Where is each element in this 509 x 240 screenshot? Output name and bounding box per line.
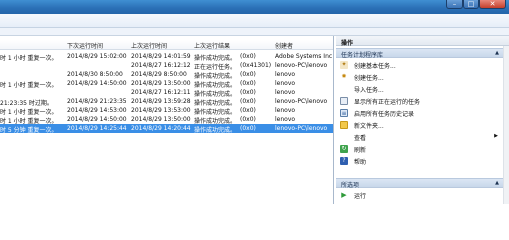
table-row[interactable]: 21:23:35 时过期。 2014/8/29 21:23:35 2014/8/…	[0, 97, 333, 107]
column-header-next-run[interactable]: 下次运行时间	[67, 41, 129, 50]
cell-last-run: 2014/8/29 14:01:59	[131, 53, 191, 60]
action-show-running-tasks[interactable]: 显示所有正在运行的任务	[336, 95, 503, 107]
action-label: 创建任务...	[354, 75, 384, 82]
column-header-row: 下次运行时间 上次运行时间 上次运行结果 创建者	[0, 40, 333, 50]
help-icon: ?	[340, 157, 348, 165]
cell-last-run: 2014/8/29 13:50:00	[131, 116, 191, 123]
action-create-task[interactable]: ✸ 创建任务...	[336, 71, 503, 83]
table-row[interactable]: 时 1 小时 重复一次。 2014/8/29 15:02:00 2014/8/2…	[0, 52, 333, 62]
cell-author: Adobe Systems Inc	[275, 53, 333, 60]
action-run[interactable]: ▶ 运行	[336, 189, 503, 201]
cell-next-run: 2014/8/29 14:50:00	[67, 80, 127, 87]
running-tasks-icon	[340, 97, 348, 105]
cell-trigger: 时 5 分钟 重复一次。	[0, 127, 58, 134]
cell-next-run: 2014/8/29 14:53:00	[67, 107, 127, 114]
column-header-author[interactable]: 创建者	[275, 41, 333, 50]
cell-author: lenovo	[275, 107, 296, 114]
action-label: 帮助	[354, 159, 367, 166]
cell-next-run: 2014/8/29 14:50:00	[67, 116, 127, 123]
cell-result-code: (0x41301)	[240, 62, 272, 69]
cell-result-code: (0x0)	[240, 80, 256, 87]
table-row[interactable]: 2014/8/30 8:50:00 2014/8/29 8:50:00 操作成功…	[0, 70, 333, 80]
table-row[interactable]: 2014/8/27 16:12:12 正在运行任务。 (0x41301) len…	[0, 61, 333, 71]
history-icon: ≡	[340, 109, 348, 117]
section-selected-item[interactable]: 所选项 ▲	[336, 178, 503, 189]
action-create-basic-task[interactable]: ✦ 创建基本任务...	[336, 59, 503, 71]
cell-author: lenovo-PC\lenovo	[275, 98, 328, 105]
action-label: 运行	[354, 193, 367, 200]
action-refresh[interactable]: ↻ 刷新	[336, 143, 503, 155]
submenu-arrow-icon: ▶	[494, 133, 498, 139]
cell-last-run: 2014/8/29 13:53:00	[131, 107, 191, 114]
cell-next-run: 2014/8/30 8:50:00	[67, 71, 123, 78]
new-folder-icon	[340, 121, 348, 129]
column-header-last-run[interactable]: 上次运行时间	[131, 41, 193, 50]
import-task-icon	[340, 85, 348, 93]
menu-bar	[0, 14, 509, 28]
cell-author: lenovo	[275, 71, 296, 78]
view-icon	[340, 133, 348, 141]
cell-author: lenovo	[275, 89, 296, 96]
action-label: 导入任务...	[354, 87, 384, 94]
toolbar	[0, 28, 509, 36]
table-row[interactable]: 时 1 小时 重复一次。 2014/8/29 14:50:00 2014/8/2…	[0, 115, 333, 125]
cell-author: lenovo-PC\lenovo	[275, 125, 328, 132]
cell-author: lenovo	[275, 80, 296, 87]
cell-result-code: (0x0)	[240, 116, 256, 123]
section-task-library-label: 任务计划程序库	[341, 52, 384, 59]
minimize-button[interactable]: –	[446, 0, 463, 9]
cell-next-run: 2014/8/29 21:23:35	[67, 98, 127, 105]
collapse-icon[interactable]: ▲	[495, 50, 499, 56]
cell-last-run: 2014/8/27 16:12:12	[131, 62, 191, 69]
create-basic-task-icon: ✦	[340, 61, 348, 69]
cell-last-run: 2014/8/29 13:59:28	[131, 98, 191, 105]
action-new-folder[interactable]: 新文件夹...	[336, 119, 503, 131]
action-import-task[interactable]: 导入任务...	[336, 83, 503, 95]
cell-last-run: 2014/8/29 14:20:44	[131, 125, 191, 132]
actions-pane-title: 操作	[336, 36, 509, 47]
cell-author: lenovo	[275, 116, 296, 123]
action-label: 创建基本任务...	[354, 63, 396, 70]
section-selected-item-label: 所选项	[341, 182, 360, 189]
cell-result-code: (0x0)	[240, 89, 256, 96]
action-enable-history[interactable]: ≡ 启用所有任务历史记录	[336, 107, 503, 119]
cell-last-run: 2014/8/27 16:12:11	[131, 89, 191, 96]
action-label: 新文件夹...	[354, 123, 384, 130]
run-icon: ▶	[341, 191, 347, 199]
cell-result-code: (0x0)	[240, 53, 256, 60]
cell-result-code: (0x0)	[240, 107, 256, 114]
maximize-button[interactable]: □	[463, 0, 479, 9]
cell-author: lenovo-PC\lenovo	[275, 62, 328, 69]
table-row[interactable]: 时 1 小时 重复一次。 2014/8/29 14:50:00 2014/8/2…	[0, 79, 333, 89]
collapse-icon[interactable]: ▲	[495, 180, 499, 186]
close-button[interactable]: ✕	[479, 0, 506, 9]
column-header-last-result[interactable]: 上次运行结果	[194, 41, 272, 50]
cell-last-run: 2014/8/29 8:50:00	[131, 71, 187, 78]
action-label: 启用所有任务历史记录	[354, 111, 415, 118]
table-row[interactable]: 2014/8/27 16:12:11 操作成功完成。 (0x0) lenovo	[0, 88, 333, 98]
task-list-pane: 下次运行时间 上次运行时间 上次运行结果 创建者 时 1 小时 重复一次。 20…	[0, 36, 334, 204]
action-view[interactable]: 查看 ▶	[336, 131, 503, 143]
cell-result-code: (0x0)	[240, 71, 256, 78]
action-label: 刷新	[354, 147, 367, 154]
table-row[interactable]: 时 1 小时 重复一次。 2014/8/29 14:53:00 2014/8/2…	[0, 106, 333, 116]
cell-next-run: 2014/8/29 15:02:00	[67, 53, 127, 60]
refresh-icon: ↻	[340, 145, 348, 153]
cell-next-run: 2014/8/29 14:25:44	[67, 125, 127, 132]
action-label: 显示所有正在运行的任务	[354, 99, 421, 106]
title-bar: – □ ✕	[0, 0, 509, 14]
actions-pane: 操作 任务计划程序库 ▲ ✦ 创建基本任务... ✸ 创建任务... 导入任务.…	[336, 36, 509, 204]
action-label: 查看	[354, 135, 367, 142]
vertical-scrollbar[interactable]	[503, 46, 509, 204]
section-task-library[interactable]: 任务计划程序库 ▲	[336, 48, 503, 59]
cell-result-code: (0x0)	[240, 125, 256, 132]
cell-result-code: (0x0)	[240, 98, 256, 105]
table-row-selected[interactable]: 时 5 分钟 重复一次。 2014/8/29 14:25:44 2014/8/2…	[0, 124, 333, 134]
cell-last-run: 2014/8/29 13:50:00	[131, 80, 191, 87]
create-task-icon: ✸	[341, 73, 347, 80]
action-help[interactable]: ? 帮助	[336, 155, 503, 167]
